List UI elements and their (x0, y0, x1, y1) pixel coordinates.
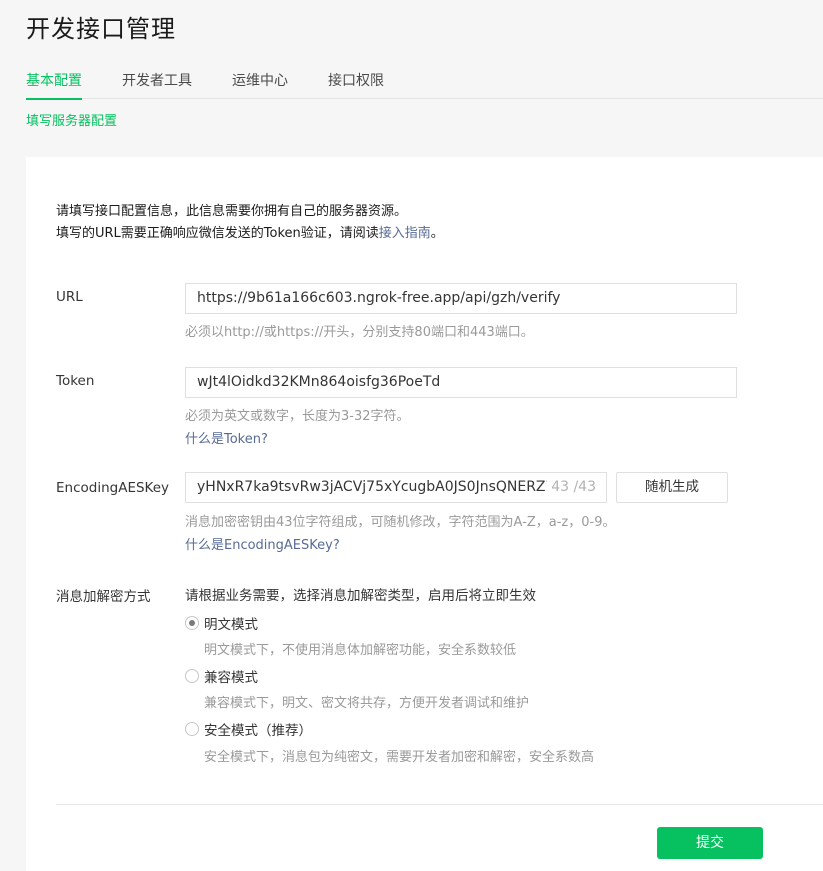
intro-line-2-prefix: 填写的URL需要正确响应微信发送的Token验证，请阅读 (56, 226, 379, 241)
tab-ops-center[interactable]: 运维中心 (232, 64, 288, 99)
token-hint: 必须为英文或数字，长度为3-32字符。 (185, 409, 410, 424)
intro-line-1: 请填写接口配置信息，此信息需要你拥有自己的服务器资源。 (56, 204, 408, 219)
page-title: 开发接口管理 (26, 15, 176, 43)
url-hint: 必须以http://或https://开头，分别支持80端口和443端口。 (185, 325, 534, 340)
compatible-mode-desc: 兼容模式下，明文、密文将共存，方便开发者调试和维护 (204, 696, 530, 711)
breadcrumb: 填写服务器配置 (26, 114, 118, 129)
radio-checked-icon[interactable] (185, 616, 199, 630)
url-input[interactable]: https://9b61a166c603.ngrok-free.app/api/… (185, 283, 737, 314)
tab-bar: 基本配置 开发者工具 运维中心 接口权限 (26, 64, 823, 100)
intro-line-2: 填写的URL需要正确响应微信发送的Token验证，请阅读接入指南。 (56, 223, 444, 245)
radio-unchecked-icon[interactable] (185, 669, 199, 683)
submit-button[interactable]: 提交 (657, 827, 763, 859)
url-label: URL (56, 289, 83, 305)
plaintext-mode-desc: 明文模式下，不使用消息体加解密功能，安全系数较低 (204, 643, 517, 658)
server-config-card: 请填写接口配置信息，此信息需要你拥有自己的服务器资源。 填写的URL需要正确响应… (26, 157, 823, 871)
encryption-mode-intro: 请根据业务需要，选择消息加解密类型，启用后将立即生效 (185, 588, 536, 604)
aes-key-label: EncodingAESKey (56, 480, 170, 496)
radio-secure-label: 安全模式（推荐） (204, 723, 312, 739)
aes-key-input[interactable]: yHNxR7ka9tsvRw3jACVj75xYcugbA0JS0JnsQNER… (185, 472, 607, 503)
intro-line-2-suffix: 。 (430, 226, 444, 241)
aes-key-value: yHNxR7ka9tsvRw3jACVj75xYcugbA0JS0JnsQNER… (197, 479, 559, 495)
token-label: Token (56, 373, 95, 389)
what-is-aes-key-link[interactable]: 什么是EncodingAESKey? (185, 534, 340, 553)
aes-key-counter: 43 /43 (547, 473, 596, 502)
aes-key-hint: 消息加密密钥由43位字符组成，可随机修改，字符范围为A-Z，a-z，0-9。 (185, 515, 616, 530)
access-guide-link[interactable]: 接入指南 (379, 226, 431, 241)
intro-text: 请填写接口配置信息，此信息需要你拥有自己的服务器资源。 填写的URL需要正确响应… (56, 201, 444, 245)
random-generate-button[interactable]: 随机生成 (616, 472, 728, 503)
radio-unchecked-icon[interactable] (185, 722, 199, 736)
radio-compatible-label: 兼容模式 (204, 670, 258, 686)
tab-basic-config[interactable]: 基本配置 (26, 64, 82, 100)
radio-plaintext-label: 明文模式 (204, 617, 258, 633)
tab-api-permissions[interactable]: 接口权限 (328, 64, 384, 99)
encryption-mode-label: 消息加解密方式 (56, 589, 151, 605)
divider (56, 804, 823, 805)
radio-compatible-mode[interactable]: 兼容模式 (185, 666, 258, 686)
what-is-token-link[interactable]: 什么是Token? (185, 428, 268, 447)
tab-developer-tools[interactable]: 开发者工具 (122, 64, 192, 99)
radio-plaintext-mode[interactable]: 明文模式 (185, 613, 258, 633)
token-input[interactable]: wJt4lOidkd32KMn864oisfg36PoeTd (185, 367, 737, 398)
radio-secure-mode[interactable]: 安全模式（推荐） (185, 719, 312, 739)
secure-mode-desc: 安全模式下，消息包为纯密文，需要开发者加密和解密，安全系数高 (204, 750, 595, 765)
